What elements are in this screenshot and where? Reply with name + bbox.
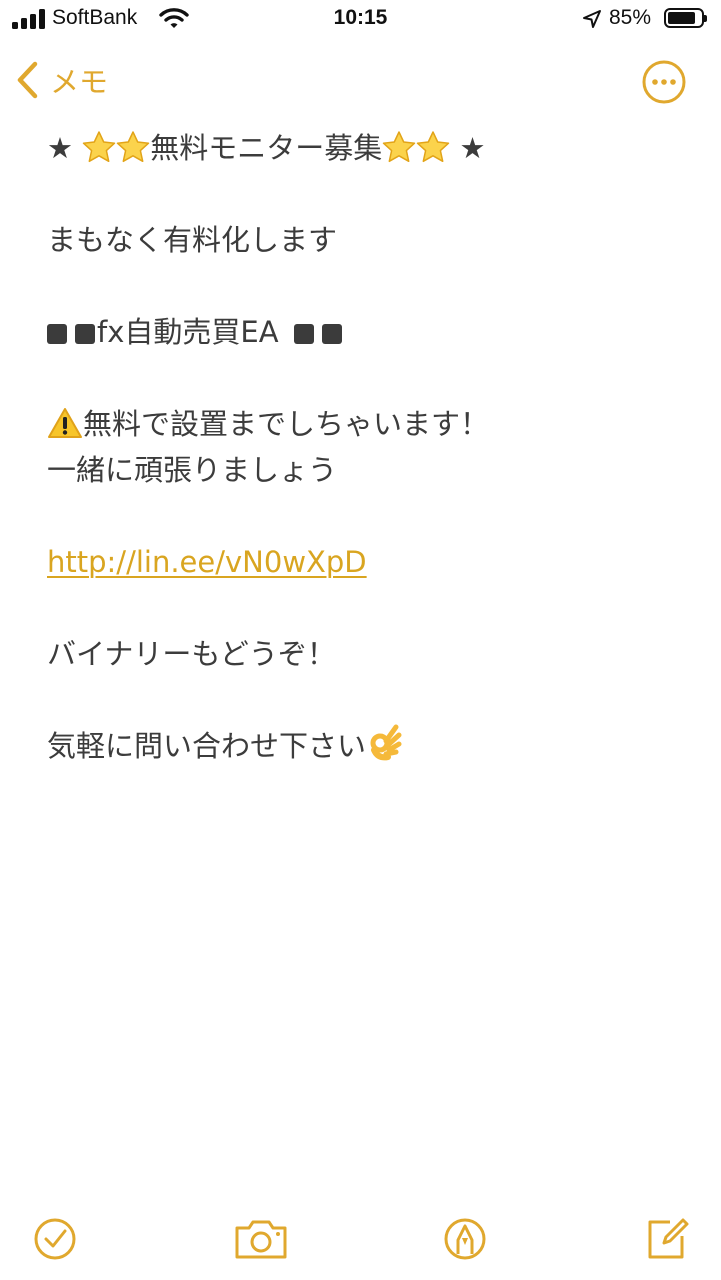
note-line-fx: fx自動売買EA	[47, 309, 687, 355]
black-square-icon	[75, 324, 95, 344]
chevron-left-icon	[17, 61, 38, 99]
warning-icon	[48, 408, 82, 438]
battery-level-fill	[668, 12, 695, 24]
star-emoji-icon	[382, 131, 416, 163]
note-title-text: 無料モニター募集	[150, 131, 383, 165]
location-arrow-icon	[583, 10, 601, 28]
note-line-binary: バイナリーもどうぞ！	[47, 637, 336, 671]
battery-icon	[664, 8, 707, 28]
star-emoji-icon	[416, 131, 450, 163]
note-install-text: 無料で設置までしちゃいます！	[83, 407, 490, 441]
note-line-paid: まもなく有料化します	[47, 223, 338, 257]
status-bar: SoftBank 10:15 85%	[0, 0, 721, 40]
note-link[interactable]: http://lin.ee/vN0wXpD	[47, 545, 367, 579]
compose-icon[interactable]	[642, 1214, 692, 1264]
note-body[interactable]: ★ 無料モニター募集 ★ まもなく有料化します fx自動売買EA 無料で設置まで…	[47, 125, 687, 769]
note-title-line: ★ 無料モニター募集 ★	[47, 125, 687, 171]
star-emoji-icon	[82, 131, 116, 163]
note-line-contact: 気軽に問い合わせ下さい	[47, 723, 687, 769]
note-line-install: 無料で設置までしちゃいます！	[47, 401, 687, 447]
black-square-icon	[47, 324, 67, 344]
back-button-label: メモ	[50, 65, 109, 99]
battery-percentage: 85%	[609, 6, 652, 29]
ok-hand-icon	[370, 724, 402, 761]
black-square-icon	[293, 324, 314, 344]
camera-icon[interactable]	[233, 1214, 289, 1264]
checklist-icon[interactable]	[32, 1214, 82, 1264]
signal-strength-icon	[12, 9, 46, 29]
note-line-together: 一緒に頑張りましょう	[47, 453, 338, 487]
carrier-name: SoftBank	[52, 6, 138, 29]
wifi-icon	[159, 8, 189, 28]
more-options-icon[interactable]	[641, 59, 687, 105]
markup-icon[interactable]	[440, 1214, 490, 1264]
black-square-icon	[321, 324, 342, 344]
black-star-icon: ★	[47, 131, 73, 165]
star-emoji-icon	[116, 131, 150, 163]
note-fx-text: fx自動売買EA	[97, 315, 279, 349]
back-button[interactable]: メモ	[14, 58, 108, 102]
note-contact-text: 気軽に問い合わせ下さい	[47, 729, 367, 763]
black-star-icon: ★	[459, 131, 486, 165]
